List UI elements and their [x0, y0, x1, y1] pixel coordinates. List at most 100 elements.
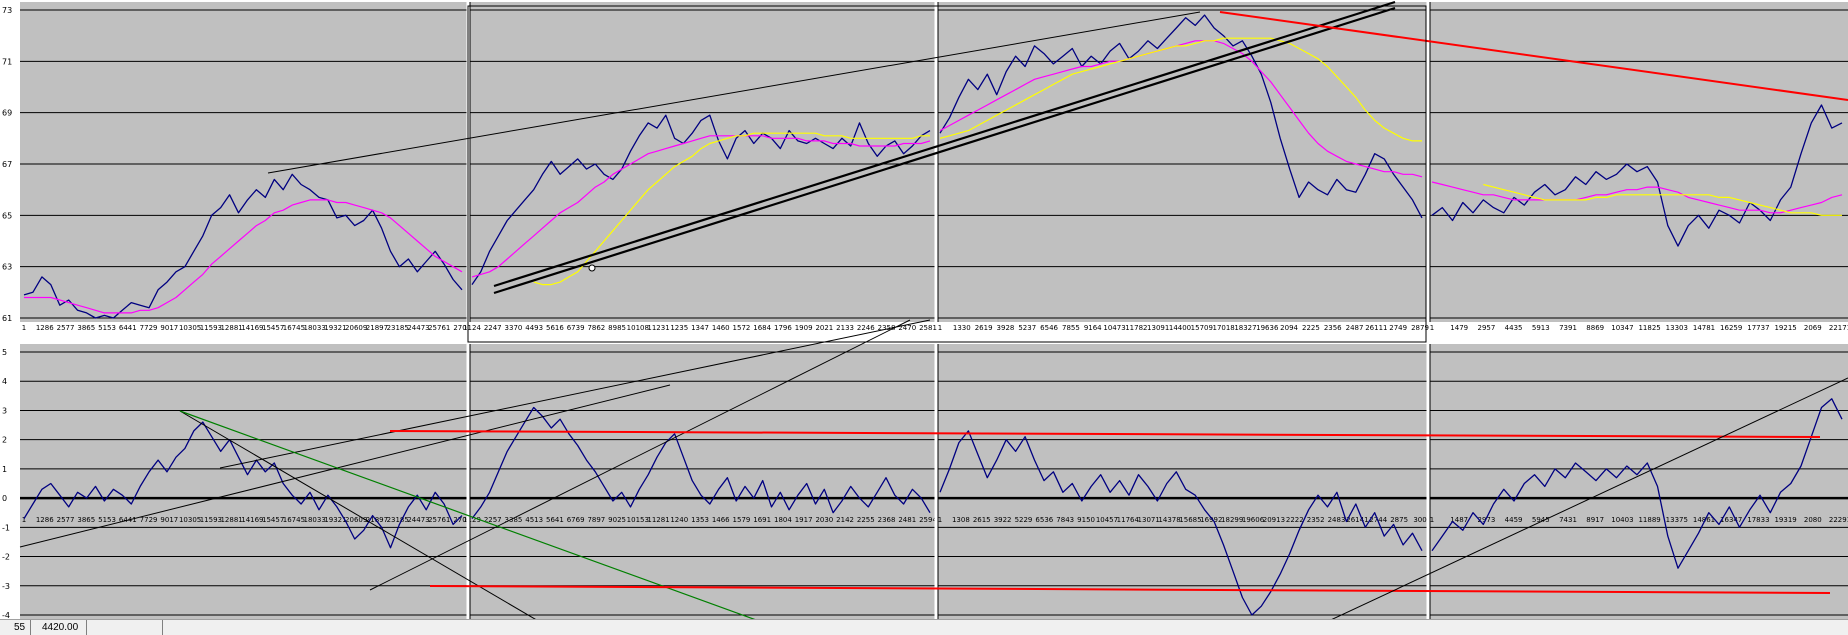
y-tick-label: 1	[2, 465, 7, 474]
x-tick-label: 2142	[836, 516, 854, 524]
x-tick-label: 20609	[345, 324, 367, 332]
x-tick-label: 300	[1413, 516, 1426, 524]
x-tick-label: 6769	[567, 516, 585, 524]
x-tick-label: 16745	[283, 516, 305, 524]
x-tick-label: 2487	[1346, 324, 1364, 332]
x-tick-label: 22171	[1829, 324, 1848, 332]
x-tick-label: 23185	[387, 516, 409, 524]
x-tick-label: 15685	[1179, 516, 1201, 524]
x-tick-label: 7729	[140, 324, 158, 332]
x-tick-label: 5945	[1532, 516, 1550, 524]
x-tick-label: 1917	[795, 516, 813, 524]
x-tick-label: 7843	[1056, 516, 1074, 524]
x-tick-label: 6536	[1035, 516, 1053, 524]
x-tick-label: 6739	[567, 324, 585, 332]
x-tick-label: 14400	[1169, 324, 1191, 332]
x-tick-label: 14169	[241, 516, 263, 524]
x-tick-label: 2222	[1286, 516, 1304, 524]
status-left-cell: 55	[14, 622, 26, 633]
x-tick-label: 1347	[691, 324, 709, 332]
x-tick-label: 8985	[608, 324, 626, 332]
x-tick-label: 2133	[836, 324, 854, 332]
x-tick-label: 5237	[1018, 324, 1036, 332]
x-tick-label: 3865	[77, 324, 95, 332]
x-tick-label: 17018	[1212, 324, 1234, 332]
x-tick-label: 2247	[484, 324, 502, 332]
x-tick-label: 2875	[1390, 516, 1408, 524]
x-tick-label: 12881	[220, 324, 242, 332]
x-tick-label: 19636	[1256, 324, 1279, 332]
chart-top: 616365676971731 1286 2577 3865 5153 6441 7729 9…	[2, 2, 1848, 332]
x-tick-label: 13091	[1147, 324, 1169, 332]
x-tick-label: 5153	[98, 516, 116, 524]
x-tick-label: 5616	[546, 324, 564, 332]
x-tick-label: 18033	[304, 324, 326, 332]
x-tick-label: 11782	[1125, 324, 1147, 332]
x-tick-label: 6546	[1040, 324, 1058, 332]
x-tick-label: 1353	[691, 516, 709, 524]
x-tick-label: 2368	[878, 516, 896, 524]
x-tick-label: 3922	[994, 516, 1012, 524]
x-tick-label: 5229	[1015, 516, 1033, 524]
y-tick-label: 2	[2, 436, 7, 445]
y-tick-label: 73	[2, 6, 12, 15]
x-tick-label: 1	[22, 324, 26, 332]
x-tick-label: 24473	[407, 516, 429, 524]
x-tick-label: 1460	[712, 324, 730, 332]
x-tick-label: 11889	[1638, 516, 1660, 524]
x-tick-label: 13303	[1666, 324, 1688, 332]
x-tick-label: 10403	[1611, 516, 1633, 524]
x-tick-label: 21897	[366, 516, 388, 524]
x-tick-label: 16259	[1720, 324, 1742, 332]
x-tick-label: 1308	[952, 516, 970, 524]
x-tick-label: 22291	[1829, 516, 1848, 524]
y-tick-label: 67	[2, 160, 12, 169]
x-tick-label: 19215	[1774, 324, 1796, 332]
y-tick-label: 65	[2, 211, 12, 220]
y-tick-label: 4	[2, 377, 7, 386]
x-tick-label: 1487	[1450, 516, 1468, 524]
x-tick-label: 19606	[1242, 516, 1265, 524]
y-tick-label: 0	[2, 494, 7, 503]
x-tick-label: 25761	[428, 324, 450, 332]
x-tick-label: 10153	[627, 516, 649, 524]
x-tick-label: 10347	[1611, 324, 1633, 332]
x-tick-label: 23185	[387, 324, 409, 332]
x-tick-label: 3928	[997, 324, 1015, 332]
x-tick-label: 19321	[324, 324, 346, 332]
x-tick-label: 18299	[1221, 516, 1243, 524]
x-tick-label: 26141	[1346, 516, 1368, 524]
x-tick-label: 4459	[1505, 516, 1523, 524]
x-tick-label: 4435	[1505, 324, 1523, 332]
x-tick-label: 8917	[1586, 516, 1604, 524]
x-tick-label: 10108	[627, 324, 649, 332]
x-tick-label: 2069	[1804, 324, 1822, 332]
x-tick-label: 3385	[505, 516, 523, 524]
x-tick-label: 10457	[1096, 516, 1118, 524]
x-tick-label: 2615	[973, 516, 991, 524]
x-tick-label: 10305	[179, 324, 201, 332]
x-tick-label: 1124	[463, 324, 481, 332]
x-tick-label: 7855	[1062, 324, 1080, 332]
x-tick-label: 1691	[753, 516, 771, 524]
x-tick-label: 21897	[366, 324, 388, 332]
x-tick-label: 7862	[587, 324, 605, 332]
x-tick-label: 8869	[1586, 324, 1604, 332]
x-tick-label: 4493	[525, 324, 543, 332]
x-tick-label: 24473	[407, 324, 429, 332]
x-tick-label: 7431	[1559, 516, 1577, 524]
x-tick-label: 2356	[1324, 324, 1342, 332]
x-tick-label: 14169	[241, 324, 263, 332]
status-separator	[86, 620, 87, 635]
chart-bottom: 543210-1-2-3-411286257738655153644177299…	[2, 344, 1848, 620]
x-tick-label: 1240	[670, 516, 688, 524]
plot-background	[20, 2, 1848, 322]
x-tick-label: 9150	[1077, 516, 1095, 524]
x-tick-label: 18327	[1234, 324, 1256, 332]
x-tick-label: 2021	[815, 324, 833, 332]
x-tick-label: 6441	[119, 324, 137, 332]
x-tick-label: 20609	[345, 516, 367, 524]
chart-canvas: 616365676971731 1286 2577 3865 5153 6441 7729 9…	[2, 0, 1848, 626]
x-tick-label: 2352	[1307, 516, 1325, 524]
x-tick-label: 1330	[953, 324, 971, 332]
